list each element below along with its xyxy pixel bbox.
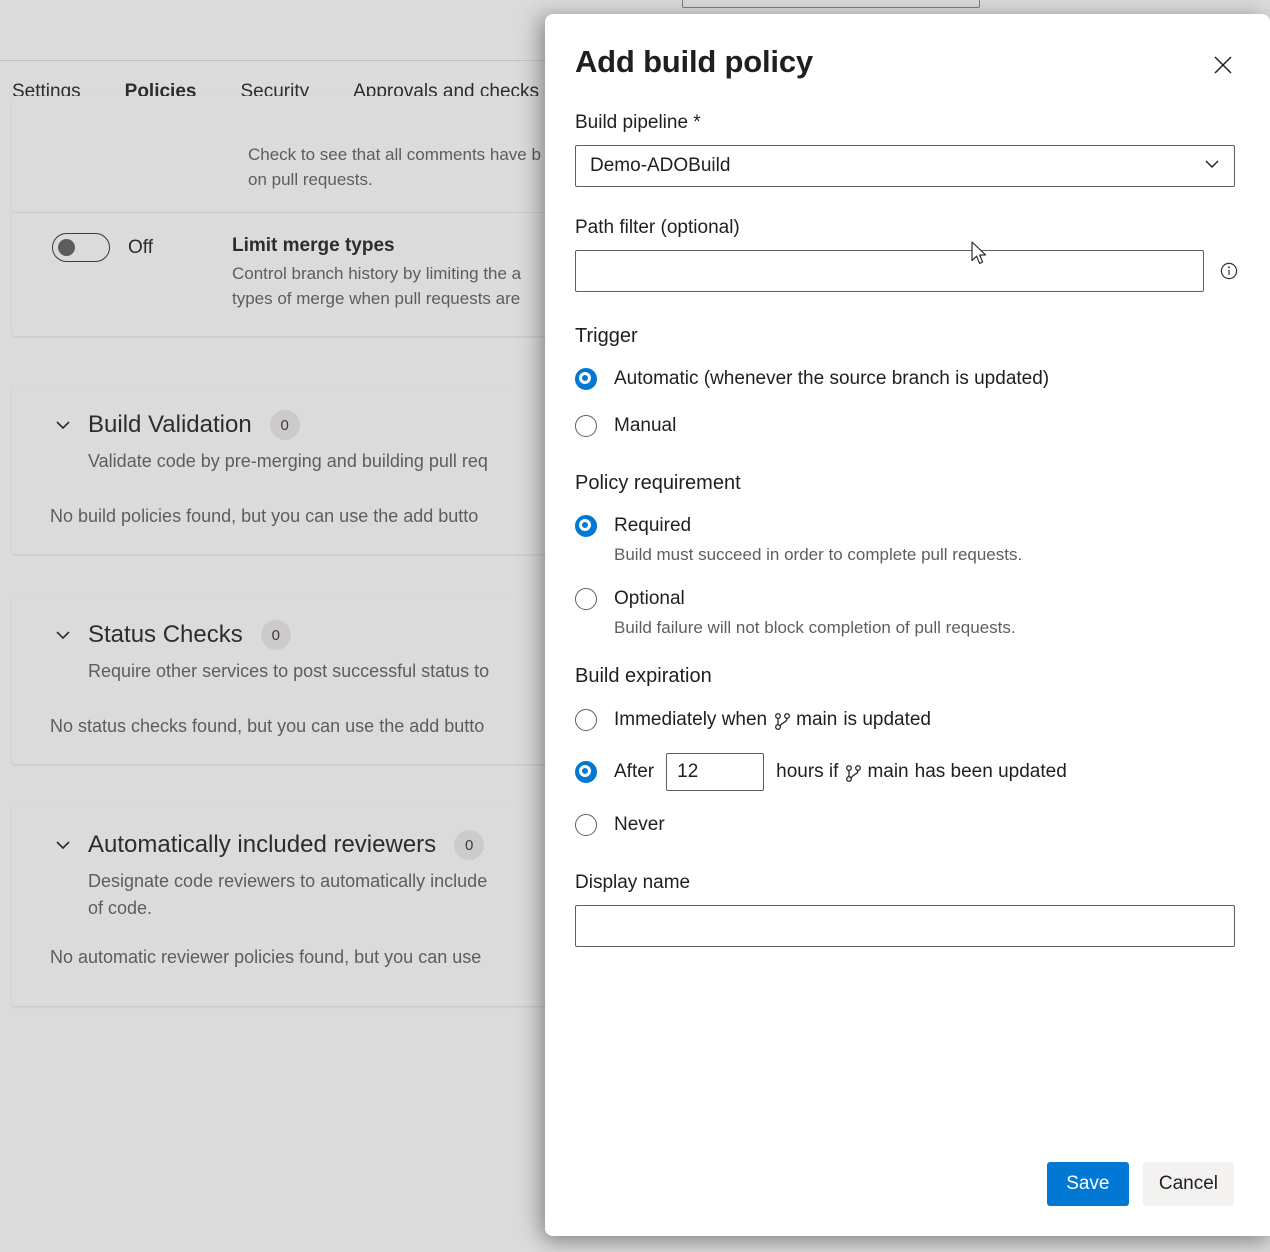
limit-merge-toggle-state: Off xyxy=(128,237,153,259)
policy-requirement-label: Policy requirement xyxy=(575,469,1240,497)
policy-requirement-option-required[interactable]: Required Build must succeed in order to … xyxy=(575,513,1240,567)
radio-automatic[interactable] xyxy=(575,368,597,390)
build-pipeline-value: Demo-ADOBuild xyxy=(590,155,730,177)
expiration-option-after[interactable]: After hours if main has been updated xyxy=(575,753,1240,791)
display-name-label: Display name xyxy=(575,870,1240,896)
trigger-automatic-body: Automatic (whenever the source branch is… xyxy=(614,366,1049,392)
section-count-automatic-reviewers: 0 xyxy=(454,830,484,860)
save-button[interactable]: Save xyxy=(1047,1162,1129,1206)
chevron-down-icon[interactable] xyxy=(52,414,74,436)
path-filter-row xyxy=(575,250,1240,292)
radio-required[interactable] xyxy=(575,515,597,537)
radio-never[interactable] xyxy=(575,814,597,836)
radio-manual[interactable] xyxy=(575,415,597,437)
trigger-manual-label: Manual xyxy=(614,413,676,439)
policy-optional-body: Optional Build failure will not block co… xyxy=(614,586,1016,640)
expiration-immediately-label: Immediately when main is updated xyxy=(614,707,931,733)
trigger-manual-body: Manual xyxy=(614,413,676,439)
panel-title: Add build policy xyxy=(575,42,813,82)
panel-body: Build pipeline * Demo-ADOBuild Path filt… xyxy=(545,110,1270,947)
radio-optional[interactable] xyxy=(575,588,597,610)
policy-requirement-option-optional[interactable]: Optional Build failure will not block co… xyxy=(575,586,1240,640)
policy-optional-label: Optional xyxy=(614,586,1016,612)
radio-after[interactable] xyxy=(575,761,597,783)
expiration-hours-input[interactable] xyxy=(666,753,764,791)
expiration-after-middle: hours if xyxy=(776,761,838,783)
expiration-option-never[interactable]: Never xyxy=(575,812,1240,838)
expiration-immediately-suffix: is updated xyxy=(843,707,931,733)
trigger-label: Trigger xyxy=(575,322,1240,350)
add-build-policy-panel: Add build policy Build pipeline * Demo-A… xyxy=(545,14,1270,1236)
info-icon[interactable] xyxy=(1218,260,1240,282)
limit-merge-toggle[interactable] xyxy=(52,233,110,262)
policy-required-body: Required Build must succeed in order to … xyxy=(614,513,1022,567)
toggle-knob xyxy=(58,239,75,256)
git-branch-icon xyxy=(774,712,791,731)
trigger-option-automatic[interactable]: Automatic (whenever the source branch is… xyxy=(575,366,1240,392)
expiration-after-suffix: has been updated xyxy=(915,761,1067,783)
trigger-automatic-label: Automatic (whenever the source branch is… xyxy=(614,366,1049,392)
chevron-down-icon xyxy=(1202,154,1222,179)
policy-required-sub: Build must succeed in order to complete … xyxy=(614,542,1022,567)
git-branch-icon xyxy=(845,764,862,783)
expiration-immediately-prefix: Immediately when xyxy=(614,707,767,733)
chevron-down-icon[interactable] xyxy=(52,624,74,646)
section-title-build-validation: Build Validation xyxy=(88,410,252,440)
radio-immediately[interactable] xyxy=(575,709,597,731)
build-pipeline-label: Build pipeline * xyxy=(575,110,1240,136)
expiration-option-immediately[interactable]: Immediately when main is updated xyxy=(575,707,1240,733)
path-filter-label: Path filter (optional) xyxy=(575,215,1240,241)
policy-required-label: Required xyxy=(614,513,1022,539)
build-expiration-label: Build expiration xyxy=(575,662,1240,690)
cancel-button[interactable]: Cancel xyxy=(1143,1162,1234,1206)
limit-merge-toggle-wrap: Off xyxy=(12,233,232,262)
search-input[interactable] xyxy=(682,0,980,8)
path-filter-input[interactable] xyxy=(575,250,1204,292)
expiration-immediately-body: Immediately when main is updated xyxy=(614,707,931,733)
expiration-never-label: Never xyxy=(614,812,665,838)
panel-footer: Save Cancel xyxy=(545,1162,1270,1236)
section-count-build-validation: 0 xyxy=(270,410,300,440)
trigger-option-manual[interactable]: Manual xyxy=(575,413,1240,439)
expiration-never-body: Never xyxy=(614,812,665,838)
chevron-down-icon[interactable] xyxy=(52,834,74,856)
expiration-immediately-branch: main xyxy=(796,707,837,733)
build-pipeline-dropdown[interactable]: Demo-ADOBuild xyxy=(575,145,1235,187)
expiration-after-prefix: After xyxy=(614,761,654,783)
display-name-input[interactable] xyxy=(575,905,1235,947)
panel-header: Add build policy xyxy=(545,14,1270,82)
policy-optional-sub: Build failure will not block completion … xyxy=(614,615,1016,640)
expiration-after-branch: main xyxy=(867,761,908,783)
section-count-status-checks: 0 xyxy=(261,620,291,650)
section-title-status-checks: Status Checks xyxy=(88,620,243,650)
close-icon[interactable] xyxy=(1206,48,1240,82)
section-title-automatic-reviewers: Automatically included reviewers xyxy=(88,830,436,860)
